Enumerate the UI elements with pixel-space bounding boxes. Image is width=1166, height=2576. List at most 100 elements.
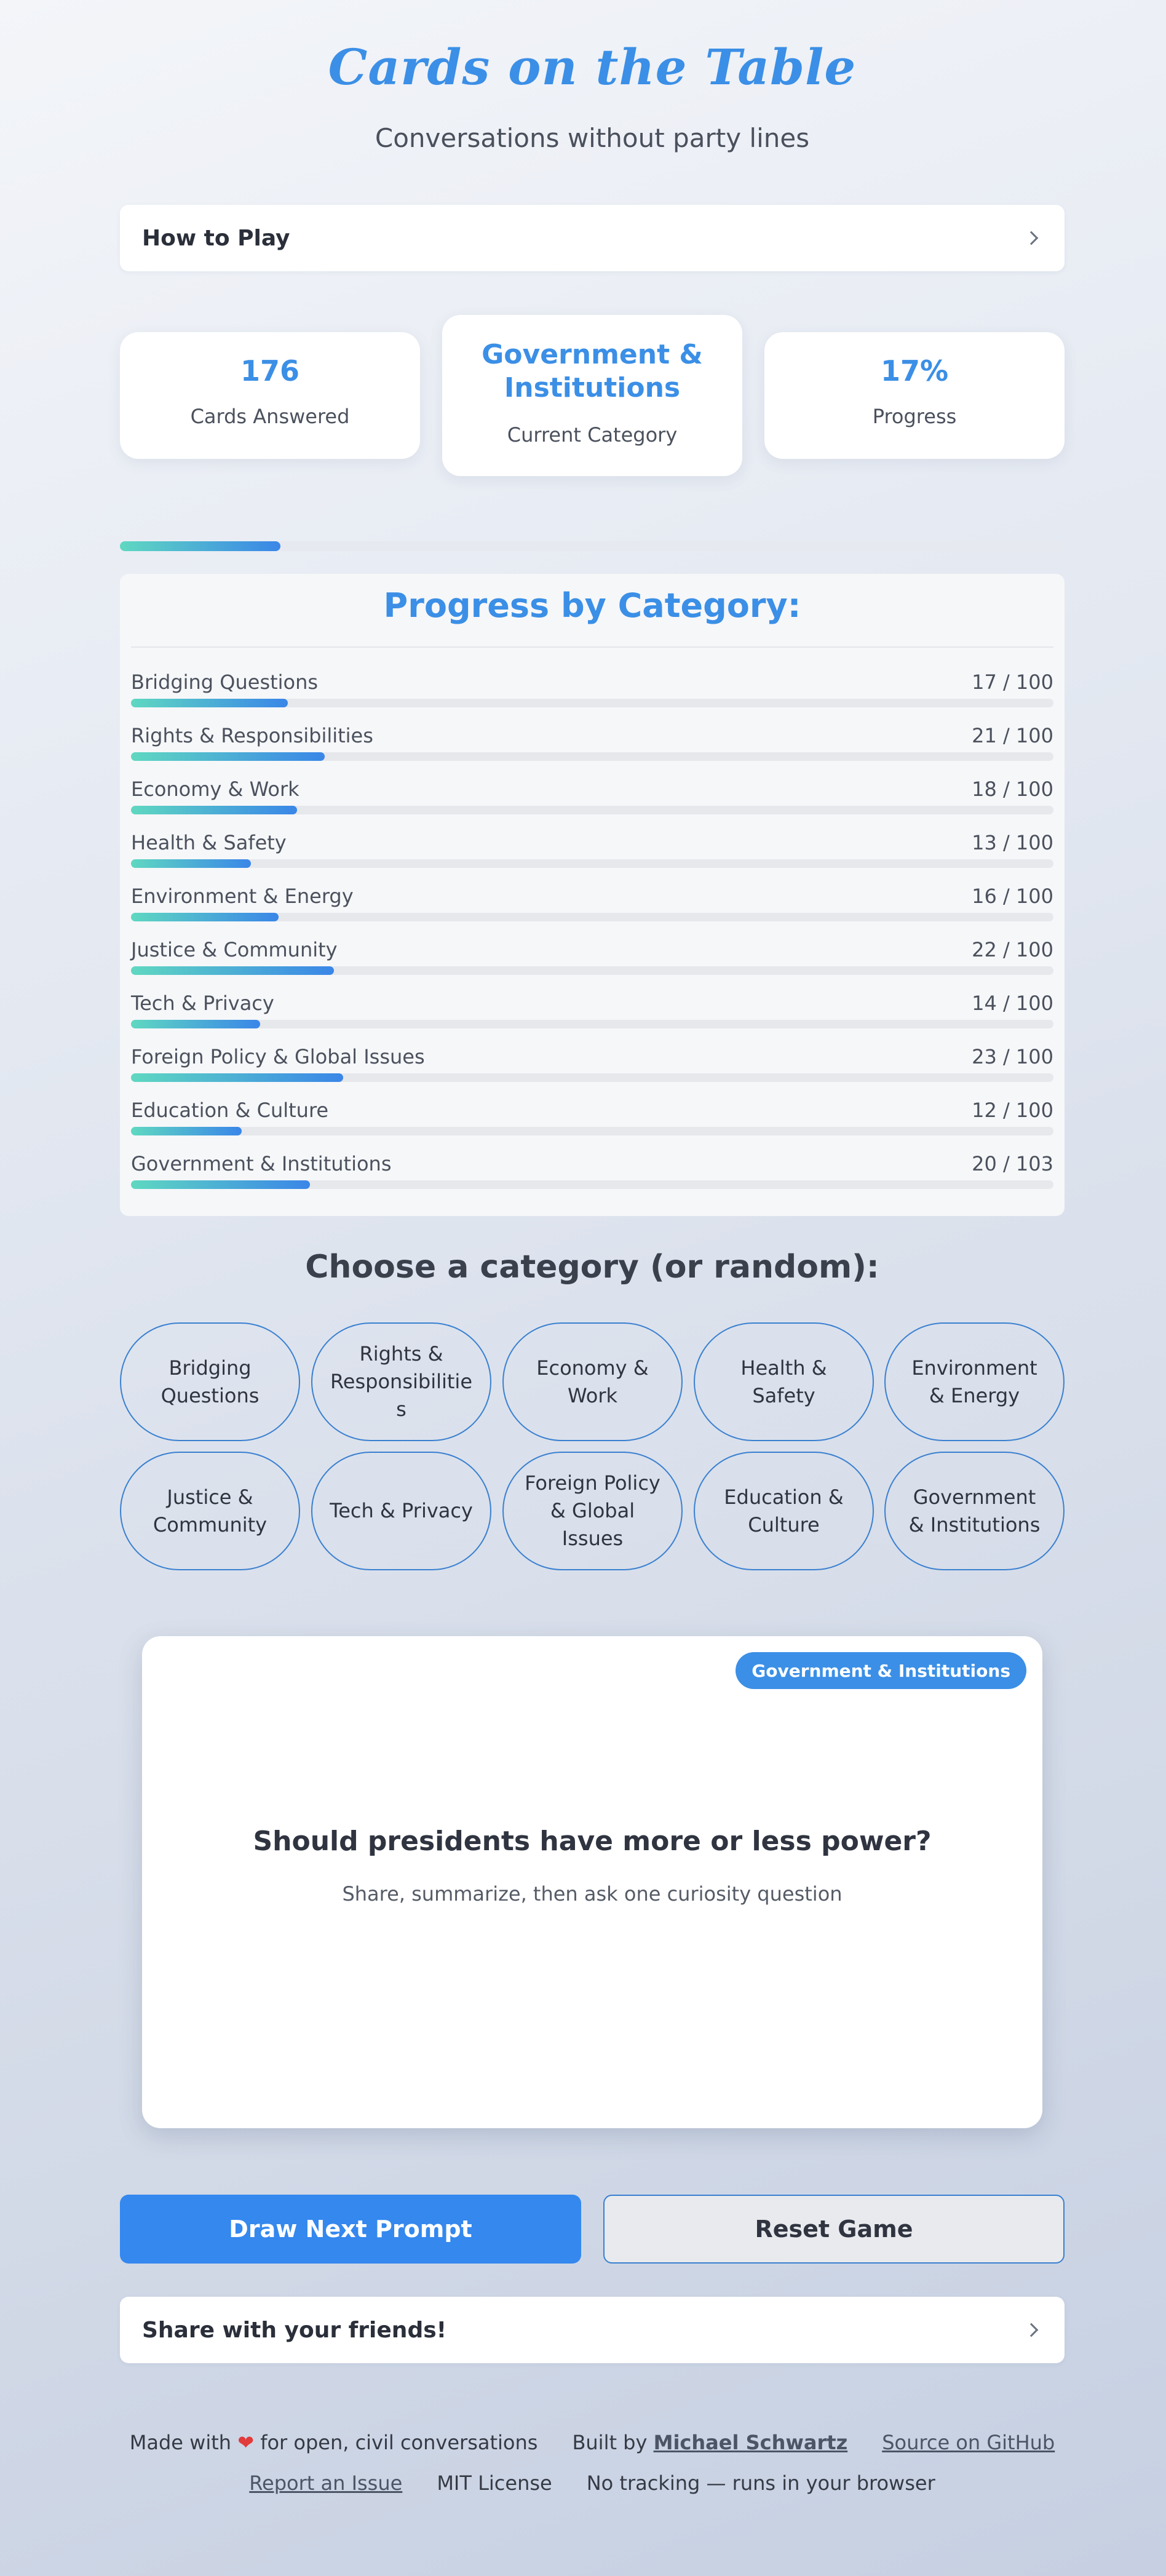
category-progress-fill	[131, 1073, 343, 1082]
category-progress-count: 20 / 103	[972, 1152, 1053, 1175]
category-button-label: Rights & Responsibilities	[330, 1342, 472, 1421]
category-button[interactable]: Health & Safety	[694, 1322, 874, 1441]
category-progress-row: Economy & Work 18 / 100	[131, 777, 1053, 831]
category-progress-name: Tech & Privacy	[131, 992, 274, 1015]
category-progress-name: Foreign Policy & Global Issues	[131, 1045, 425, 1068]
category-button-label: Bridging Questions	[161, 1356, 260, 1407]
category-progress-fill	[131, 752, 325, 761]
author-link[interactable]: Michael Schwartz	[654, 2431, 848, 2454]
category-progress-bar	[131, 752, 1053, 761]
category-progress-bar	[131, 966, 1053, 975]
category-progress-name: Justice & Community	[131, 938, 338, 961]
category-progress-count: 21 / 100	[972, 724, 1053, 747]
category-progress-count: 13 / 100	[972, 831, 1053, 854]
share-toggle[interactable]: Share with your friends!	[120, 2297, 1065, 2363]
category-progress-count: 16 / 100	[972, 885, 1053, 908]
category-progress-fill	[131, 1127, 242, 1135]
category-button-label: Government & Institutions	[908, 1485, 1041, 1536]
category-button-label: Justice & Community	[153, 1485, 268, 1536]
how-to-play-label: How to Play	[142, 225, 290, 251]
progress-label: Progress	[872, 405, 957, 428]
category-progress-title: Progress by Category:	[383, 586, 801, 625]
current-category-label: Current Category	[507, 423, 678, 447]
built-by-prefix: Built by	[572, 2431, 648, 2454]
made-with-suffix: for open, civil conversations	[260, 2431, 538, 2454]
stat-current-category: Government & Institutions Current Catego…	[442, 315, 742, 476]
category-progress-fill	[131, 1180, 311, 1189]
app-title: Cards on the Table	[328, 38, 857, 96]
chevron-right-icon	[1024, 231, 1039, 245]
category-progress-fill	[131, 859, 251, 868]
category-button-label: Tech & Privacy	[330, 1499, 473, 1522]
made-with-prefix: Made with	[129, 2431, 232, 2454]
category-button-label: Education & Culture	[724, 1485, 844, 1536]
stat-progress: 17% Progress	[764, 332, 1065, 459]
category-progress-bar	[131, 1020, 1053, 1028]
category-progress-row: Government & Institutions 20 / 103	[131, 1152, 1053, 1206]
category-progress-count: 17 / 100	[972, 670, 1053, 694]
how-to-play-toggle[interactable]: How to Play	[120, 205, 1065, 271]
draw-next-prompt-button[interactable]: Draw Next Prompt	[120, 2195, 581, 2264]
category-progress-fill	[131, 699, 288, 707]
reset-game-button[interactable]: Reset Game	[603, 2195, 1065, 2264]
category-button[interactable]: Bridging Questions	[120, 1322, 300, 1441]
license-text: MIT License	[437, 2471, 552, 2495]
category-button-label: Health & Safety	[740, 1356, 827, 1407]
category-progress-name: Health & Safety	[131, 831, 287, 854]
divider	[131, 646, 1053, 648]
category-progress-fill	[131, 913, 279, 921]
footer-line-2: Report an Issue MIT License No tracking …	[120, 2471, 1065, 2495]
category-progress-count: 12 / 100	[972, 1099, 1053, 1122]
privacy-text: No tracking — runs in your browser	[586, 2471, 935, 2495]
category-button[interactable]: Education & Culture	[694, 1452, 874, 1570]
category-button[interactable]: Government & Institutions	[884, 1452, 1065, 1570]
category-progress-fill	[131, 1020, 260, 1028]
category-progress-row: Education & Culture 12 / 100	[131, 1099, 1053, 1152]
category-progress-bar	[131, 699, 1053, 707]
category-progress-panel: Progress by Category: Bridging Questions…	[120, 574, 1065, 1216]
category-progress-bar	[131, 859, 1053, 868]
category-progress-row: Environment & Energy 16 / 100	[131, 885, 1053, 938]
category-progress-bar	[131, 913, 1053, 921]
cards-answered-label: Cards Answered	[190, 405, 350, 428]
category-progress-name: Economy & Work	[131, 777, 299, 801]
category-progress-row: Justice & Community 22 / 100	[131, 938, 1053, 992]
category-button[interactable]: Environment & Energy	[884, 1322, 1065, 1441]
category-button[interactable]: Justice & Community	[120, 1452, 300, 1570]
category-progress-bar	[131, 1073, 1053, 1082]
category-progress-row: Rights & Responsibilities 21 / 100	[131, 724, 1053, 777]
category-progress-row: Tech & Privacy 14 / 100	[131, 992, 1053, 1045]
category-progress-bar	[131, 806, 1053, 814]
category-button[interactable]: Rights & Responsibilities	[311, 1322, 491, 1441]
made-with-text: Made with ❤ for open, civil conversation…	[130, 2431, 538, 2454]
category-progress-name: Bridging Questions	[131, 670, 319, 694]
report-issue-link[interactable]: Report an Issue	[249, 2471, 402, 2495]
category-button-label: Economy & Work	[536, 1356, 649, 1407]
category-progress-bar	[131, 1180, 1053, 1189]
category-progress-count: 14 / 100	[972, 992, 1053, 1015]
app-subtitle: Conversations without party lines	[375, 123, 810, 153]
category-progress-count: 22 / 100	[972, 938, 1053, 961]
category-button[interactable]: Tech & Privacy	[311, 1452, 491, 1570]
source-github-link[interactable]: Source on GitHub	[882, 2431, 1055, 2454]
overall-progress-fill	[120, 541, 281, 551]
prompt-hint: Share, summarize, then ask one curiosity…	[342, 1882, 843, 1906]
category-progress-row: Foreign Policy & Global Issues 23 / 100	[131, 1045, 1053, 1099]
current-category-value: Government & Institutions	[482, 339, 703, 403]
choose-category-title: Choose a category (or random):	[305, 1249, 879, 1286]
category-progress-bar	[131, 1127, 1053, 1135]
category-progress-name: Environment & Energy	[131, 885, 354, 908]
progress-value: 17%	[880, 354, 949, 388]
overall-progress-bar	[120, 541, 1065, 551]
prompt-question: Should presidents have more or less powe…	[253, 1826, 932, 1857]
category-progress-row: Bridging Questions 17 / 100	[131, 670, 1053, 724]
footer-line-1: Made with ❤ for open, civil conversation…	[120, 2431, 1065, 2454]
category-button-label: Foreign Policy & Global Issues	[525, 1471, 660, 1550]
category-button-label: Environment & Energy	[911, 1356, 1037, 1407]
category-progress-row: Health & Safety 13 / 100	[131, 831, 1053, 885]
category-button[interactable]: Foreign Policy & Global Issues	[502, 1452, 683, 1570]
category-button[interactable]: Economy & Work	[502, 1322, 683, 1441]
share-label: Share with your friends!	[142, 2317, 447, 2343]
built-by-text: Built by Michael Schwartz	[572, 2431, 847, 2454]
stat-cards-answered: 176 Cards Answered	[120, 332, 420, 459]
